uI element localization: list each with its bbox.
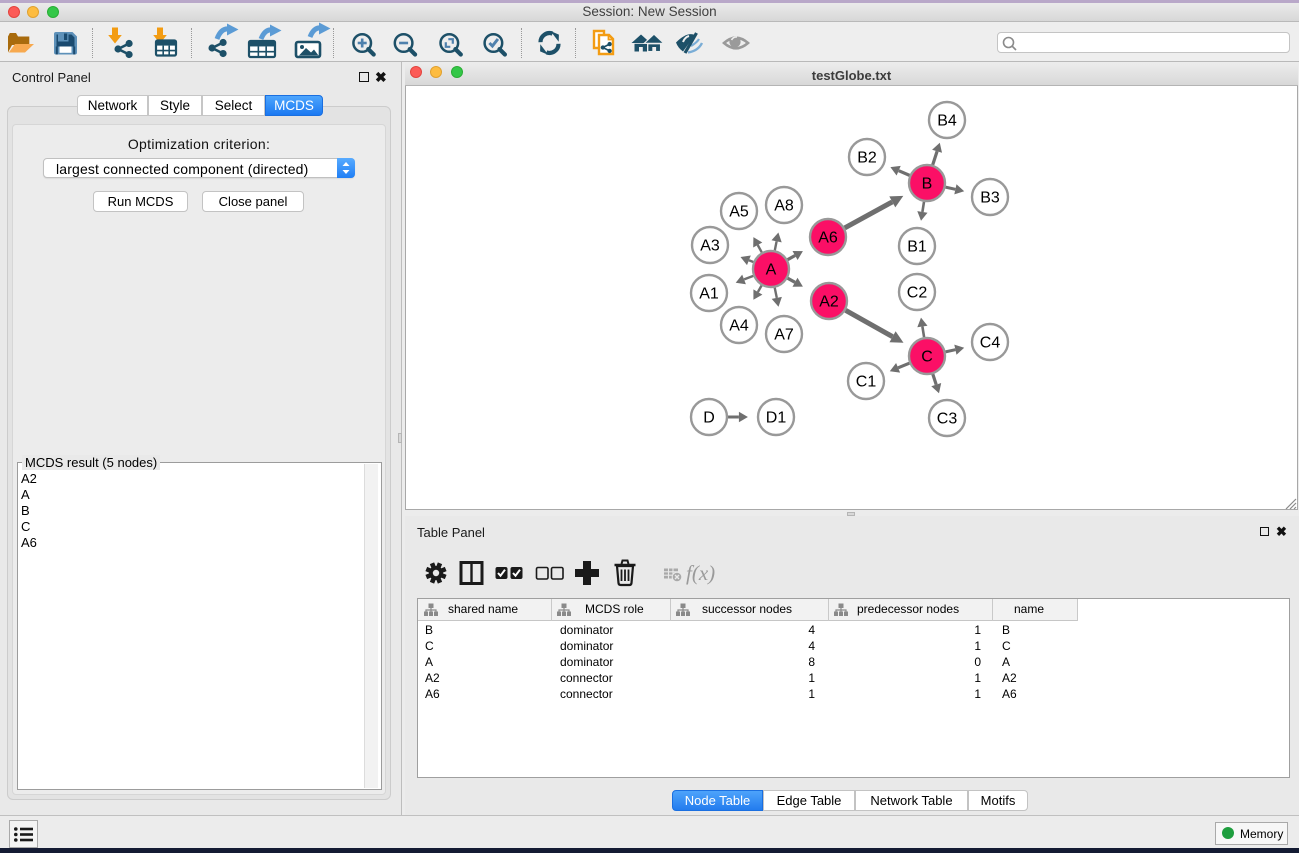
svg-text:A1: A1: [699, 286, 719, 303]
svg-text:D: D: [703, 410, 715, 427]
svg-text:B4: B4: [937, 113, 957, 130]
svg-text:B1: B1: [907, 239, 927, 256]
svg-text:A2: A2: [819, 294, 839, 311]
svg-text:D1: D1: [766, 410, 787, 427]
svg-text:A4: A4: [729, 318, 749, 335]
svg-text:C4: C4: [980, 335, 1001, 352]
svg-text:C2: C2: [907, 285, 928, 302]
svg-text:A8: A8: [774, 198, 794, 215]
svg-text:A7: A7: [774, 327, 794, 344]
svg-text:B: B: [922, 176, 933, 193]
svg-text:A: A: [766, 262, 777, 279]
svg-text:B2: B2: [857, 150, 877, 167]
svg-text:C3: C3: [937, 411, 958, 428]
svg-text:C: C: [921, 349, 933, 366]
svg-text:A5: A5: [729, 204, 749, 221]
svg-text:C1: C1: [856, 374, 877, 391]
svg-text:A3: A3: [700, 238, 720, 255]
svg-text:A6: A6: [818, 230, 838, 247]
svg-text:B3: B3: [980, 190, 1000, 207]
